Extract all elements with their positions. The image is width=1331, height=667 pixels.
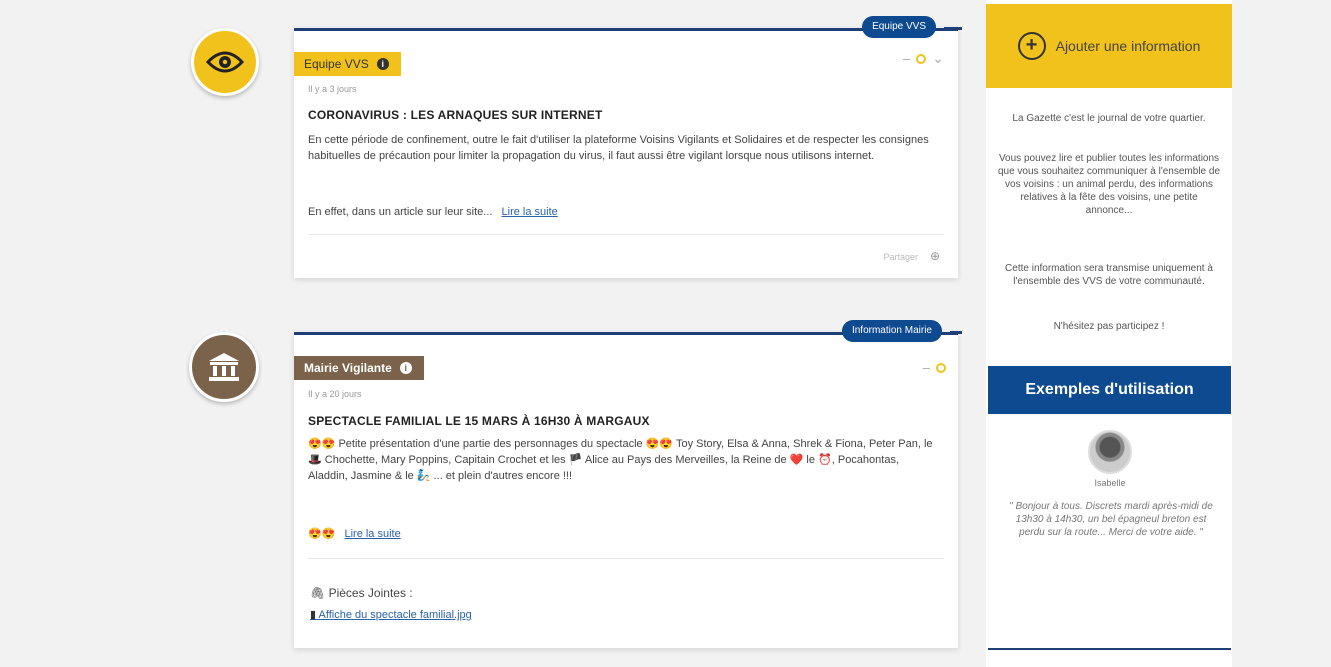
feed-card: Information Mairie Mairie Vigilante i – … — [294, 320, 962, 648]
divider — [308, 234, 944, 235]
chevron-down-icon[interactable]: ⌄ — [932, 50, 944, 67]
category-badge: Equipe VVS — [862, 16, 936, 38]
excerpt-text: En effet, dans un article sur leur site.… — [308, 206, 493, 218]
avatar — [1088, 430, 1132, 474]
feed-card: Equipe VVS Equipe VVS i – ⌄ Il y a 3 jou… — [294, 16, 962, 278]
read-more-link[interactable]: Lire la suite — [502, 206, 558, 218]
sidebar-cta: N'hésitez pas participez ! — [1053, 321, 1165, 332]
status-dot-icon — [916, 53, 927, 64]
post-excerpt: En effet, dans un article sur leur site.… — [308, 204, 940, 220]
divider — [308, 558, 944, 559]
post-title[interactable]: CORONAVIRUS : LES ARNAQUES SUR INTERNET — [308, 108, 602, 122]
author-tag[interactable]: Mairie Vigilante i — [294, 356, 424, 380]
sidebar-bottom-line — [988, 648, 1231, 650]
eye-icon — [191, 28, 259, 96]
sidebar-description: Vous pouvez lire et publier toutes les i… — [997, 153, 1221, 216]
excerpt-text: 😍😍 — [308, 528, 336, 540]
post-excerpt: 😍😍 Lire la suite — [308, 526, 940, 542]
post-date: Il y a 3 jours — [308, 84, 357, 94]
category-badge: Information Mairie — [841, 320, 942, 342]
card-top-line — [294, 28, 958, 31]
town-hall-icon — [189, 332, 259, 402]
dash-icon: – — [903, 51, 911, 66]
user-name: Isabelle — [1094, 478, 1126, 488]
paperclip-icon: 🖇 — [310, 586, 326, 600]
post-title[interactable]: SPECTACLE FAMILIAL LE 15 MARS À 16H30 À … — [308, 414, 650, 428]
badge-line — [944, 27, 962, 30]
sidebar — [986, 0, 1232, 667]
sidebar-intro: La Gazette c'est le journal de votre qua… — [1012, 113, 1206, 124]
post-date: Il y a 20 jours — [308, 389, 362, 399]
sidebar-note: Cette information sera transmise uniquem… — [1005, 263, 1213, 287]
attachment-link[interactable]: ▮ Affiche du spectacle familial.jpg — [310, 608, 472, 621]
author-tag[interactable]: Equipe VVS i — [294, 52, 401, 76]
share-icon[interactable]: ⊕ — [930, 249, 940, 263]
dash-icon: – — [922, 360, 930, 375]
card-controls: – — [923, 360, 946, 375]
plus-icon: + — [1017, 32, 1046, 60]
card-controls: – ⌄ — [903, 50, 944, 67]
attachments-title: 🖇 Pièces Jointes : — [310, 586, 413, 600]
read-more-link[interactable]: Lire la suite — [344, 528, 400, 540]
share-text: Partager — [883, 252, 918, 262]
post-body: 😍😍 Petite présentation d'une partie des … — [308, 438, 933, 482]
examples-title: Exemples d'utilisation — [988, 366, 1231, 414]
file-icon: ▮ — [310, 609, 317, 621]
info-icon[interactable]: i — [399, 362, 412, 374]
status-dot-icon — [936, 362, 946, 373]
badge-line — [950, 331, 962, 334]
info-icon[interactable]: i — [376, 58, 389, 70]
add-information-button[interactable]: + Ajouter une information — [986, 4, 1232, 88]
add-information-label: Ajouter une information — [1055, 38, 1201, 54]
author-tag-label: Equipe VVS — [304, 57, 369, 71]
testimonial-quote: " Bonjour à tous. Discrets mardi après-m… — [1009, 501, 1213, 538]
post-body: En cette période de confinement, outre l… — [308, 134, 929, 162]
author-tag-label: Mairie Vigilante — [304, 361, 392, 375]
